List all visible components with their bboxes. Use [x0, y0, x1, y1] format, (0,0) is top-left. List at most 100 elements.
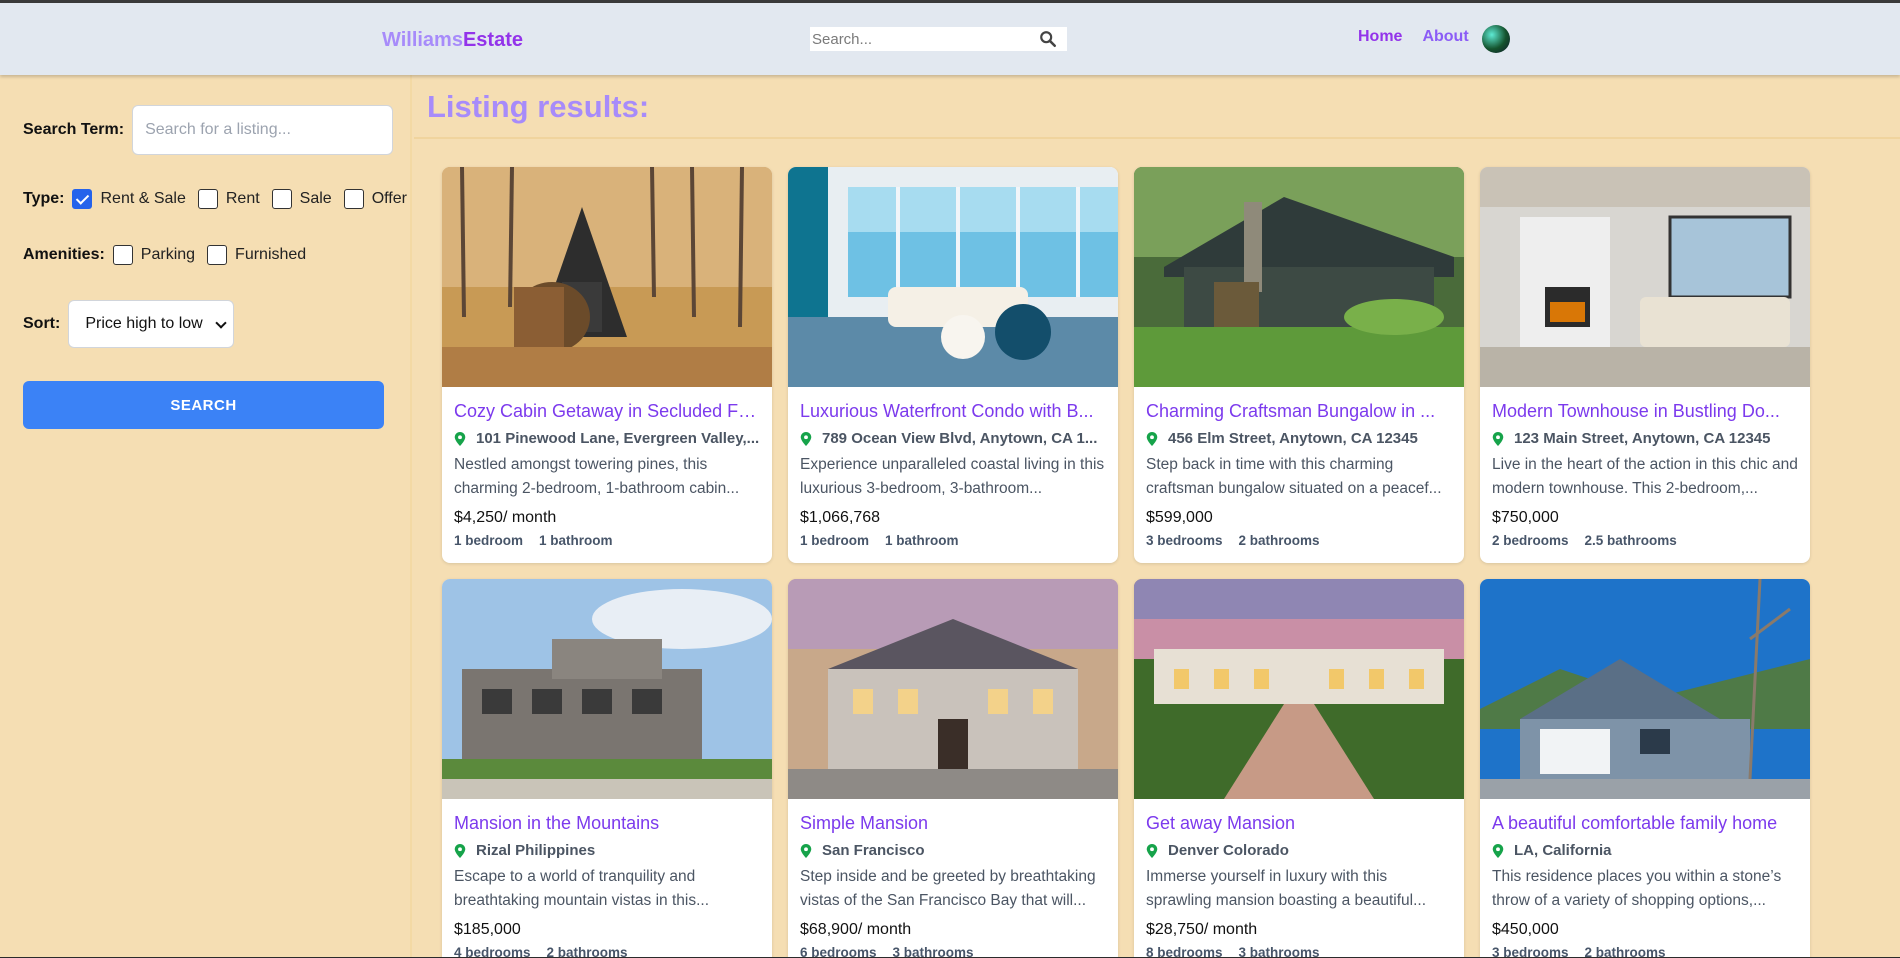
listing-title[interactable]: Charming Craftsman Bungalow in ... [1146, 401, 1452, 422]
type-rent-sale[interactable]: Rent & Sale [72, 189, 186, 209]
chevron-down-icon [215, 317, 227, 329]
address-text: 456 Elm Street, Anytown, CA 12345 [1168, 430, 1418, 447]
listing-description: Live in the heart of the action in this … [1492, 456, 1798, 497]
listing-image-cabin[interactable] [442, 167, 772, 387]
address-text: 101 Pinewood Lane, Evergreen Valley,... [476, 430, 760, 447]
address-text: San Francisco [822, 842, 925, 859]
listing-title[interactable]: A beautiful comfortable family home [1492, 813, 1798, 834]
listing-meta: 3 bedrooms 2 bathrooms [1146, 533, 1452, 548]
listing-image-getaway-mansion[interactable] [1134, 579, 1464, 799]
type-label: Type: [23, 190, 65, 207]
listing-image-condo[interactable] [788, 167, 1118, 387]
listing-description: Experience unparalleled coastal living i… [800, 456, 1105, 497]
amenity-furnished[interactable]: Furnished [207, 245, 306, 265]
address-text: 789 Ocean View Blvd, Anytown, CA 1... [822, 430, 1098, 447]
listing-meta: 2 bedrooms 2.5 bathrooms [1492, 533, 1798, 548]
listing-price: $1,066,768 [800, 509, 881, 526]
divider [414, 137, 1900, 139]
header-search [810, 27, 1067, 51]
furnished-checkbox[interactable] [207, 245, 228, 265]
map-pin-icon [800, 843, 812, 858]
search-term-label: Search Term: [23, 121, 125, 138]
top-navbar: WilliamsEstate Home About [0, 3, 1900, 75]
listing-card[interactable]: Simple Mansion San Francisco Step inside… [788, 579, 1118, 958]
user-avatar[interactable] [1482, 25, 1510, 53]
listing-price: $4,250/ month [454, 509, 557, 526]
listing-title[interactable]: Get away Mansion [1146, 813, 1452, 834]
map-pin-icon [454, 843, 466, 858]
bedrooms: 1 bedroom [454, 533, 524, 548]
listing-title[interactable]: Luxurious Waterfront Condo with B... [800, 401, 1106, 422]
map-pin-icon [1492, 431, 1504, 446]
nav-home-link[interactable]: Home [1358, 28, 1402, 46]
search-button[interactable]: SEARCH [23, 381, 384, 429]
bathrooms: 1 bathroom [885, 533, 959, 548]
listing-card[interactable]: Get away Mansion Denver Colorado Immerse… [1134, 579, 1464, 958]
header-search-input[interactable] [810, 27, 1035, 51]
amenities-row: Amenities: Parking Furnished [23, 245, 318, 265]
listing-image-townhouse[interactable] [1480, 167, 1810, 387]
sale-checkbox[interactable] [271, 189, 292, 209]
logo-estate: Estate [462, 29, 523, 51]
listing-address: 101 Pinewood Lane, Evergreen Valley,... [454, 430, 760, 447]
listing-results: Listing results: Cozy Cabin Getaway in S… [414, 75, 1900, 958]
listing-card[interactable]: Charming Craftsman Bungalow in ... 456 E… [1134, 167, 1464, 563]
search-icon[interactable] [1039, 30, 1057, 48]
listing-image-bungalow[interactable] [1134, 167, 1464, 387]
parking-label: Parking [140, 246, 196, 263]
rent-checkbox[interactable] [197, 189, 218, 209]
parking-checkbox[interactable] [112, 245, 133, 265]
listing-title[interactable]: Modern Townhouse in Bustling Do... [1492, 401, 1798, 422]
listing-description: This residence places you within a stone… [1492, 868, 1782, 909]
type-offer[interactable]: Offer [343, 189, 407, 209]
map-pin-icon [1146, 431, 1158, 446]
listing-address: 456 Elm Street, Anytown, CA 12345 [1146, 430, 1452, 447]
listing-price: $450,000 [1492, 921, 1559, 938]
listing-card[interactable]: Modern Townhouse in Bustling Do... 123 M… [1480, 167, 1810, 563]
address-text: 123 Main Street, Anytown, CA 12345 [1514, 430, 1771, 447]
listing-title[interactable]: Mansion in the Mountains [454, 813, 760, 834]
listing-meta: 1 bedroom 1 bathroom [800, 533, 1106, 548]
sort-row: Sort: Price high to low [23, 300, 235, 348]
rent-label: Rent [225, 190, 260, 207]
listing-title[interactable]: Simple Mansion [800, 813, 1106, 834]
furnished-label: Furnished [235, 246, 307, 263]
map-pin-icon [1146, 843, 1158, 858]
listing-image-mountain-mansion[interactable] [442, 579, 772, 799]
listing-price: $599,000 [1146, 509, 1213, 526]
listing-card[interactable]: A beautiful comfortable family home LA, … [1480, 579, 1810, 958]
rent-sale-checkbox[interactable] [72, 189, 93, 209]
logo-williams: Williams [382, 29, 463, 51]
amenity-parking[interactable]: Parking [112, 245, 196, 265]
listing-card[interactable]: Cozy Cabin Getaway in Secluded Fo... 101… [442, 167, 772, 563]
listing-address: San Francisco [800, 842, 1106, 859]
address-text: Denver Colorado [1168, 842, 1289, 859]
search-term-row: Search Term: [23, 105, 394, 155]
listing-address: 123 Main Street, Anytown, CA 12345 [1492, 430, 1798, 447]
type-rent[interactable]: Rent [197, 189, 260, 209]
bedrooms: 2 bedrooms [1492, 533, 1569, 548]
nav-about-link[interactable]: About [1422, 28, 1468, 46]
rent-sale-label: Rent & Sale [100, 190, 186, 207]
site-logo[interactable]: WilliamsEstate [382, 29, 523, 52]
search-term-input[interactable] [132, 105, 394, 155]
address-text: LA, California [1514, 842, 1612, 859]
listing-card[interactable]: Luxurious Waterfront Condo with B... 789… [788, 167, 1118, 563]
listing-description: Step inside and be greeted by breathtaki… [800, 868, 1096, 909]
listing-address: 789 Ocean View Blvd, Anytown, CA 1... [800, 430, 1106, 447]
map-pin-icon [1492, 843, 1504, 858]
listing-title[interactable]: Cozy Cabin Getaway in Secluded Fo... [454, 401, 760, 422]
bathrooms: 2 bathrooms [1238, 533, 1320, 548]
bathrooms: 1 bathroom [539, 533, 613, 548]
offer-checkbox[interactable] [343, 189, 364, 209]
listing-card[interactable]: Mansion in the Mountains Rizal Philippin… [442, 579, 772, 958]
listing-price: $68,900/ month [800, 921, 912, 938]
listing-image-simple-mansion[interactable] [788, 579, 1118, 799]
bedrooms: 1 bedroom [800, 533, 870, 548]
type-sale[interactable]: Sale [271, 189, 332, 209]
listing-image-family-home[interactable] [1480, 579, 1810, 799]
nav-links: Home About [1358, 28, 1469, 46]
sort-select[interactable]: Price high to low [68, 300, 235, 348]
listing-price: $28,750/ month [1146, 921, 1258, 938]
sort-value: Price high to low [85, 315, 203, 332]
